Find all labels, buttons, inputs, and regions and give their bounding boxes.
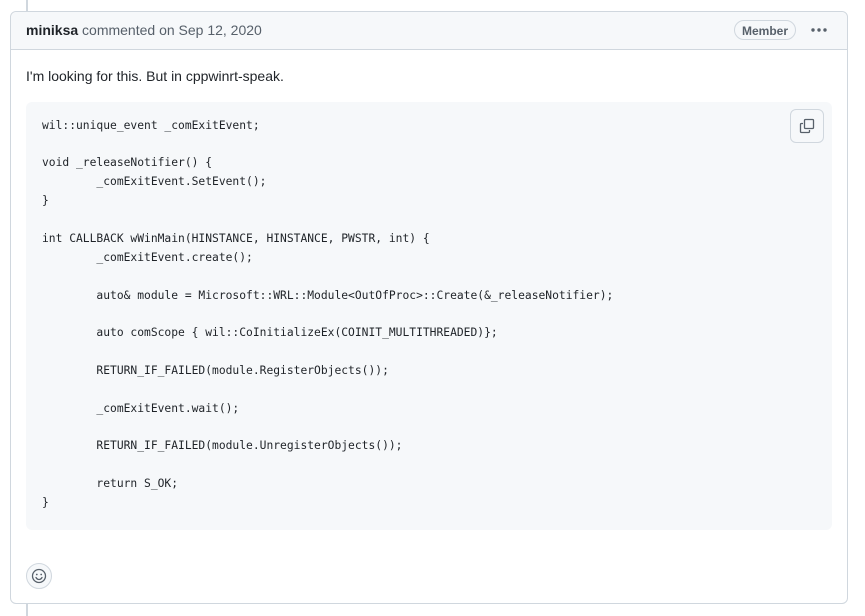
comment-action: commented on — [82, 22, 175, 38]
smiley-icon — [31, 568, 47, 584]
code-line: auto comScope { wil::CoInitializeEx(COIN… — [42, 326, 498, 339]
member-badge: Member — [734, 20, 797, 40]
add-reaction-button[interactable] — [26, 563, 52, 589]
code-line: RETURN_IF_FAILED(module.RegisterObjects(… — [42, 364, 389, 377]
copy-code-button[interactable] — [790, 109, 824, 143]
comment-options-button[interactable] — [807, 20, 831, 40]
code-line: _comExitEvent.wait(); — [42, 402, 240, 415]
code-line: } — [42, 194, 49, 207]
author-link[interactable]: miniksa — [26, 22, 78, 38]
comment-box: miniksa commented on Sep 12, 2020 Member… — [10, 11, 848, 604]
code-line: void _releaseNotifier() { — [42, 156, 213, 169]
code-line: auto& module = Microsoft::WRL::Module<Ou… — [42, 289, 614, 302]
code-line: wil::unique_event _comExitEvent; — [42, 119, 260, 132]
comment-header-text: miniksa commented on Sep 12, 2020 — [26, 22, 262, 38]
kebab-horizontal-icon — [811, 28, 827, 32]
code-line: return S_OK; — [42, 477, 179, 490]
code-line: } — [42, 496, 49, 509]
code-line: _comExitEvent.SetEvent(); — [42, 175, 267, 188]
code-line: int CALLBACK wWinMain(HINSTANCE, HINSTAN… — [42, 232, 430, 245]
copy-icon — [799, 118, 815, 134]
comment-date[interactable]: Sep 12, 2020 — [179, 22, 262, 38]
code-line: RETURN_IF_FAILED(module.UnregisterObject… — [42, 439, 403, 452]
comment-header: miniksa commented on Sep 12, 2020 Member — [11, 12, 847, 50]
code-line: _comExitEvent.create(); — [42, 251, 253, 264]
comment-body-text: I'm looking for this. But in cppwinrt-sp… — [26, 68, 284, 84]
code-block: wil::unique_event _comExitEvent; void _r… — [26, 102, 832, 530]
